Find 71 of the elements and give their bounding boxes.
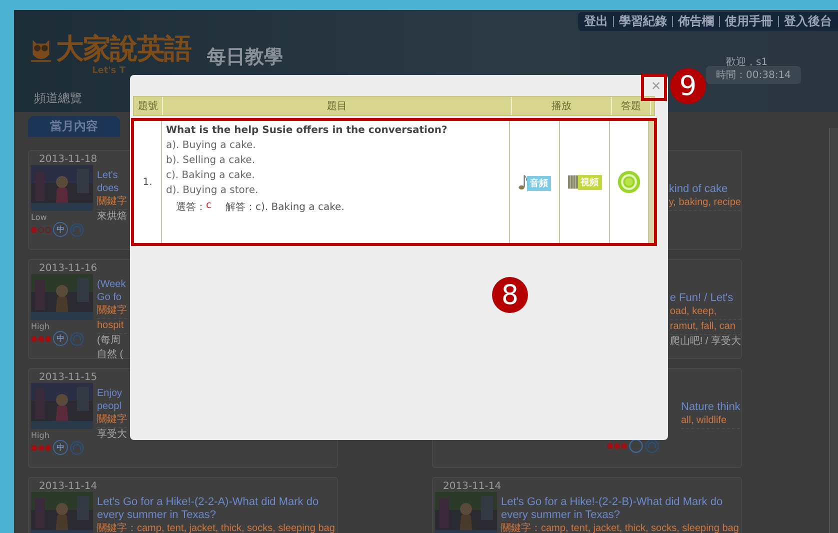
answer-option: c). Baking a cake. [166,170,255,181]
month-tab[interactable]: 當月內容 [28,116,120,137]
keywords-text: 關鍵字 [97,304,127,319]
language-icon[interactable]: 中 [53,331,68,346]
nav-link[interactable]: 頻道總覽 [34,90,82,107]
keywords-text: hospit [97,319,127,334]
section-title: 每日教學 [207,45,283,70]
column-header: 題目 [163,97,512,115]
date-text: 2013-11-14 [443,481,502,492]
music-note-icon [518,174,527,190]
lesson-title[interactable]: Let's Go for a Hike!-(2-2-B)-What did Mark do [501,496,739,509]
keywords-text: 關鍵字 [97,413,127,428]
keywords-text: oad, keep, [670,305,741,320]
date-text: 2013-11-18 [39,154,98,165]
date-text: 2013-11-15 [39,372,98,383]
answer-option: d). Buying a store. [166,185,258,196]
welcome-text: 歡迎，s1 [726,56,768,69]
date-text: 2013-11-14 [39,481,98,492]
top-link[interactable]: 登入後台 [784,13,832,30]
language-icon[interactable]: 中 [53,440,68,455]
top-link[interactable]: 學習紀錄 [619,13,667,30]
column-header: 播放 [512,97,612,115]
answer-text: 解答：c). Baking a cake. [226,201,344,214]
answer-button-icon[interactable] [617,170,641,194]
lesson-title[interactable]: Enjoy [97,387,127,400]
question-text: What is the help Susie offers in the conversation? [166,125,448,136]
top-link[interactable]: 登出 [584,13,608,30]
top-link[interactable]: 使用手冊 [725,13,773,30]
lesson-title[interactable]: kind of cake [668,183,741,196]
keywords-text: 關鍵字：camp, tent, jacket, thick, socks, sleeping bag [501,522,739,533]
column-header: 題號 [134,97,163,115]
column-header: 答題 [612,97,651,115]
question-number: 1. [142,176,152,188]
level-label: Low [31,213,48,222]
lesson-title[interactable]: e Fun! / Let's [670,292,741,305]
keywords-text: all, wildlife [681,414,740,429]
headphones-icon[interactable] [645,439,659,453]
lesson-title[interactable]: Let's [97,169,127,182]
lesson-title[interactable]: Nature think [681,401,740,414]
keywords-text: 關鍵字：camp, tent, jacket, thick, socks, sleeping bag [97,522,335,533]
answer-option: b). Selling a cake. [166,155,256,166]
answer-option: a). Buying a cake. [166,140,256,151]
description-text: 享受大 [97,428,127,442]
audio-button[interactable]: 音頻 [527,176,551,190]
choice-label: 選答： [176,201,206,214]
level-label: High [31,322,50,331]
language-icon[interactable]: 中 [53,222,68,237]
logo-text: 大家說英語 [56,32,191,66]
lesson-title[interactable]: does [97,182,127,195]
lesson-title[interactable]: every summer in Texas? [501,509,739,522]
circle-icon[interactable] [629,439,643,453]
level-label: High [31,431,50,440]
lesson-title[interactable]: Go fo [97,291,127,304]
description-text: 來烘焙 [97,210,127,224]
film-icon [568,174,578,190]
logo-subtitle: Let's T [92,66,127,76]
lesson-title[interactable]: Let's Go for a Hike!-(2-2-A)-What did Mark do [97,496,335,509]
lesson-title[interactable]: (Week [97,278,127,291]
video-button[interactable]: 視頻 [578,175,602,190]
description-text: 自然 ( [97,348,124,362]
timer-box: 時間：00:38:14 [706,66,801,84]
keywords-text: ramut, fall, can [670,320,741,335]
keywords-text: 關鍵字 [97,195,127,210]
description-text: (每周 [97,334,122,348]
lesson-title[interactable]: every summer in Texas? [97,509,335,522]
lesson-title[interactable]: peopl [97,400,127,413]
description-text: 爬山吧! / 享受大 [670,335,741,349]
scrollbar[interactable] [829,128,838,533]
date-text: 2013-11-16 [39,263,98,274]
choice-value: c [206,200,212,213]
top-link[interactable]: 佈告欄 [678,13,714,30]
